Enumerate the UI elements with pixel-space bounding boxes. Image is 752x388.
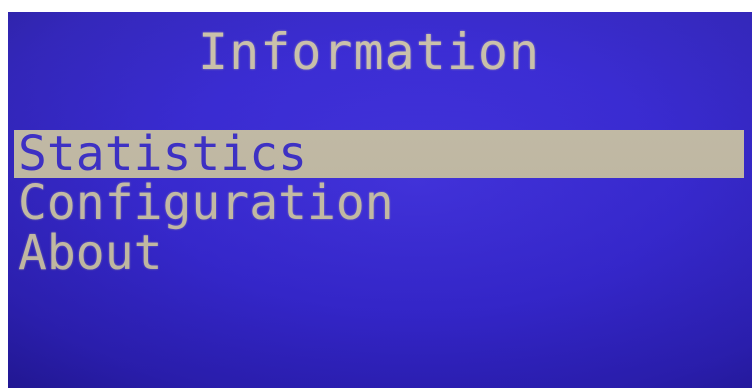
menu-item-about[interactable]: About: [14, 228, 744, 278]
menu-item-statistics[interactable]: Statistics: [14, 130, 744, 178]
menu-list: Statistics Configuration About: [14, 130, 744, 278]
screen-title: Information: [198, 23, 541, 81]
lcd-screen: Information Statistics Configuration Abo…: [8, 12, 752, 388]
menu-item-configuration[interactable]: Configuration: [14, 178, 744, 228]
device-frame: Information Statistics Configuration Abo…: [0, 0, 752, 388]
